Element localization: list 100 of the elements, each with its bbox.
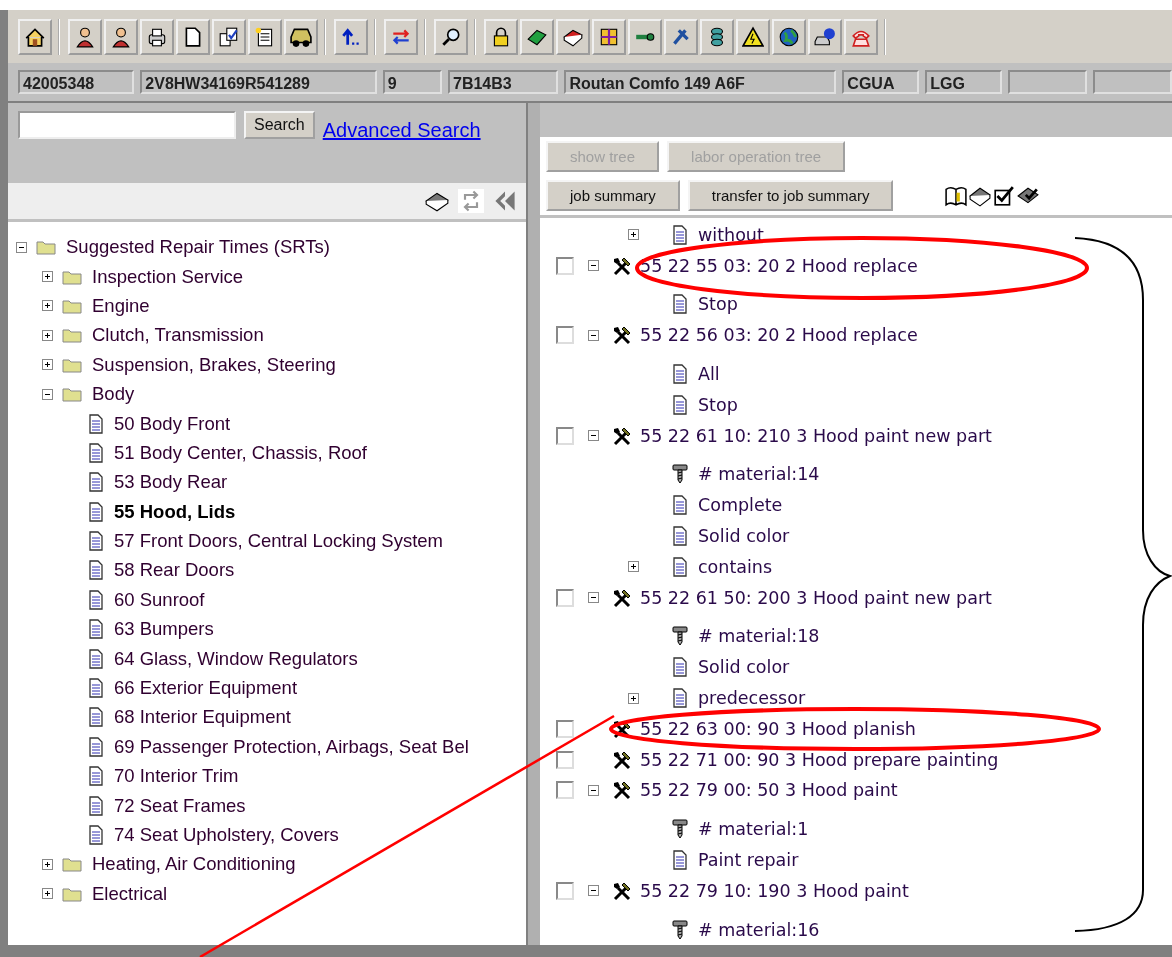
detail-item[interactable]: # material:14 [698, 464, 820, 485]
action-button[interactable]: transfer to job summary [687, 180, 894, 212]
expand-toggle[interactable] [42, 329, 53, 341]
tree-item[interactable]: 53 Body Rear [114, 471, 228, 494]
detail-item[interactable]: # material:1 [698, 819, 809, 840]
document-icon [86, 678, 106, 698]
toolbar-button[interactable] [808, 18, 842, 55]
toolbar-button[interactable] [18, 18, 52, 55]
labor-operation[interactable]: 55 22 79 00: 50 3 Hood paint [640, 780, 898, 801]
document-icon [86, 413, 106, 434]
detail-item[interactable]: Solid color [698, 657, 790, 678]
detail-item[interactable]: without [698, 224, 764, 245]
collapse-toggle[interactable] [588, 430, 599, 442]
tree-item[interactable]: 68 Interior Equipment [114, 706, 291, 729]
search-field[interactable] [18, 111, 236, 140]
detail-item[interactable]: All [698, 364, 720, 385]
detail-item[interactable]: predecessor [698, 688, 806, 708]
tree-item[interactable]: Clutch, Transmission [92, 324, 264, 347]
tree-item[interactable]: 72 Seat Frames [114, 794, 246, 817]
toolbar-button[interactable] [212, 18, 246, 55]
checkbox[interactable] [556, 881, 574, 900]
checkbox[interactable] [556, 326, 574, 345]
toolbar-button[interactable] [700, 18, 734, 55]
detail-item[interactable]: Solid color [698, 526, 790, 547]
checkbox[interactable] [556, 750, 574, 769]
search-button[interactable]: Search [244, 111, 315, 140]
tree-item[interactable]: Engine [92, 294, 150, 317]
toolbar-button[interactable] [484, 18, 518, 55]
checkbox-tick-icon[interactable] [993, 184, 1016, 207]
collapse-toggle[interactable] [588, 592, 599, 604]
tree-item[interactable]: Inspection Service [92, 265, 244, 288]
tree-item[interactable]: Suggested Repair Times (SRTs) [66, 236, 330, 259]
detail-item[interactable]: Stop [698, 294, 738, 315]
detail-item[interactable]: Paint repair [698, 850, 799, 870]
collapse-toggle[interactable] [588, 885, 599, 897]
toolbar-button[interactable] [68, 18, 102, 55]
tree-item[interactable]: Electrical [92, 882, 168, 905]
checkbox[interactable] [556, 781, 574, 800]
toolbar-button[interactable] [434, 18, 468, 55]
collapse-toggle[interactable] [588, 329, 599, 341]
refresh-icon[interactable] [458, 189, 484, 214]
toolbar-button[interactable] [248, 18, 282, 55]
detail-item[interactable]: Complete [698, 495, 783, 516]
collapse-toggle[interactable] [16, 241, 27, 253]
toolbar-button[interactable] [628, 18, 662, 55]
detail-item[interactable]: # material:16 [698, 919, 820, 940]
tree-item[interactable]: Body [92, 383, 135, 406]
toolbar-button[interactable] [334, 18, 368, 55]
toolbar-button[interactable] [140, 18, 174, 55]
tree-item[interactable]: 64 Glass, Window Regulators [114, 647, 358, 670]
labor-operation[interactable]: 55 22 71 00: 90 3 Hood prepare painting [640, 749, 999, 770]
toolbar-button[interactable] [664, 18, 698, 55]
tree-item[interactable]: 51 Body Center, Chassis, Roof [114, 441, 367, 464]
toolbar-button[interactable] [284, 18, 318, 55]
expand-toggle[interactable] [42, 888, 53, 900]
detail-item[interactable]: Stop [698, 394, 738, 415]
info-field: 7B14B3 [448, 70, 559, 95]
toolbar-button[interactable] [520, 18, 554, 55]
advanced-search-link[interactable]: Advanced Search [322, 119, 481, 143]
expand-toggle[interactable] [42, 271, 53, 283]
checkbox[interactable] [556, 256, 574, 275]
expand-toggle[interactable] [42, 858, 53, 870]
tree-item[interactable]: 60 Sunroof [114, 588, 205, 611]
tree-item[interactable]: Heating, Air Conditioning [92, 853, 296, 876]
expand-toggle[interactable] [628, 561, 639, 573]
expand-toggle[interactable] [628, 692, 639, 704]
toolbar-button[interactable] [772, 18, 806, 55]
toolbar-button[interactable] [592, 18, 626, 55]
tree-item[interactable]: 63 Bumpers [114, 618, 214, 641]
tree-item[interactable]: 58 Rear Doors [114, 559, 235, 582]
tree-item[interactable]: 50 Body Front [114, 412, 231, 435]
checkbox[interactable] [556, 426, 574, 445]
toolbar-button[interactable] [104, 18, 138, 55]
checkbox[interactable] [556, 588, 574, 607]
tree-item[interactable]: 55 Hood, Lids [114, 500, 236, 523]
labor-operation[interactable]: 55 22 56 03: 20 2 Hood replace [640, 325, 918, 346]
labor-operation[interactable]: 55 22 79 10: 190 3 Hood paint [640, 880, 909, 901]
tree-item[interactable]: Suspension, Brakes, Steering [92, 353, 336, 376]
detail-item[interactable]: contains [698, 556, 773, 577]
collapse-toggle[interactable] [588, 260, 599, 272]
toolbar-button[interactable] [556, 18, 590, 55]
expand-toggle[interactable] [628, 229, 639, 241]
toolbar-button[interactable] [736, 18, 770, 55]
toolbar-button[interactable] [176, 18, 210, 55]
tree-item[interactable]: 70 Interior Trim [114, 765, 239, 788]
labor-operation[interactable]: 55 22 61 10: 210 3 Hood paint new part [640, 425, 992, 446]
labor-operation[interactable]: 55 22 61 50: 200 3 Hood paint new part [640, 587, 992, 608]
expand-toggle[interactable] [42, 300, 53, 312]
action-button[interactable]: job summary [546, 180, 680, 212]
labor-operation[interactable]: 55 22 63 00: 90 3 Hood planish [640, 718, 916, 739]
checkbox[interactable] [556, 719, 574, 738]
tree-item[interactable]: 57 Front Doors, Central Locking System [114, 530, 444, 553]
detail-item[interactable]: # material:18 [698, 626, 820, 647]
open-book-icon[interactable] [945, 184, 968, 207]
collapse-toggle[interactable] [588, 784, 599, 796]
expand-toggle[interactable] [42, 359, 53, 371]
tree-item[interactable]: 69 Passenger Protection, Airbags, Seat Bel [114, 735, 469, 758]
tree-item[interactable]: 74 Seat Upholstery, Covers [114, 823, 339, 846]
collapse-toggle[interactable] [42, 388, 53, 400]
tree-item[interactable]: 66 Exterior Equipment [114, 677, 298, 699]
